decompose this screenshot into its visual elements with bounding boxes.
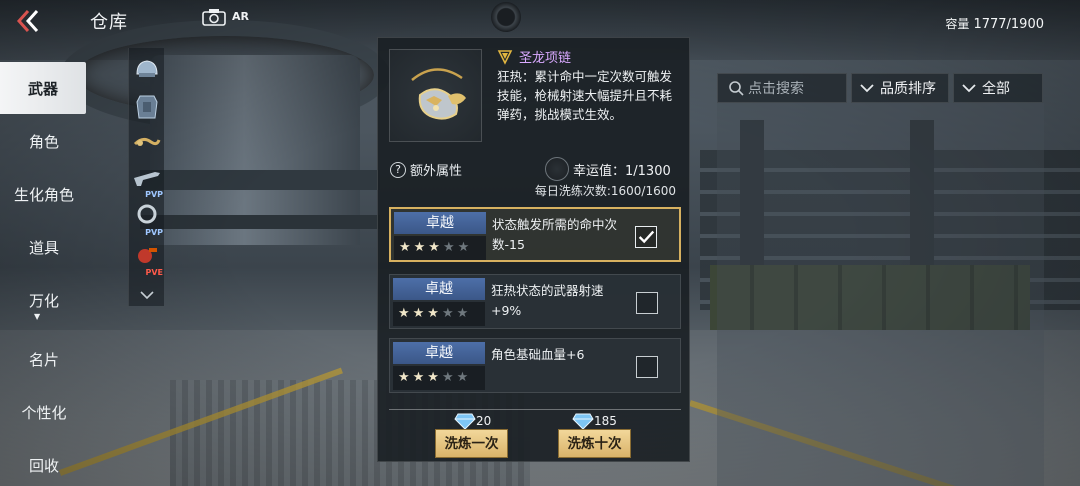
camera-lens-icon xyxy=(491,2,521,32)
page-title: 仓库 xyxy=(90,12,128,33)
refine-ten-cost-value: 185 xyxy=(594,414,617,428)
item-thumbnail-list: PVP PVP PVE xyxy=(128,48,164,306)
chevron-down-icon xyxy=(860,84,874,93)
item-name-row: 圣龙项链 xyxy=(497,47,571,66)
warehouse-toolbar: 点击搜索 品质排序 全部 xyxy=(717,73,1044,103)
filter-label: 全部 xyxy=(982,81,1010,97)
back-arrow-icon[interactable] xyxy=(14,8,42,34)
extra-attributes-help[interactable]: ? 额外属性 xyxy=(390,160,462,179)
diamond-icon xyxy=(454,413,476,430)
star-rating: ★★★★★ xyxy=(394,236,486,260)
thumb-dragon-necklace[interactable] xyxy=(131,126,163,160)
lock-checkbox[interactable] xyxy=(635,226,657,248)
item-refine-panel: 圣龙项链 狂热：累计命中一定次数可触发技能，枪械射速大幅提升且不耗弹药，挑战模式… xyxy=(377,37,690,462)
item-description: 狂热：累计命中一定次数可触发技能，枪械射速大幅提升且不耗弹药，挑战模式生效。 xyxy=(497,69,673,122)
item-image xyxy=(389,49,482,142)
nav-label: 回收 xyxy=(28,456,59,475)
nav-label: 生化角色 xyxy=(13,185,74,204)
capacity-value: 1777/1900 xyxy=(973,17,1044,32)
search-icon xyxy=(729,81,744,96)
nav-item-wanhua[interactable]: 万化 ▼ xyxy=(0,274,88,326)
refine-once-cost: 20 xyxy=(454,412,491,430)
ar-label[interactable]: AR xyxy=(232,10,249,23)
refine-ten-cost: 185 xyxy=(572,412,617,430)
filter-dropdown[interactable]: 全部 xyxy=(953,73,1043,103)
nav-item-items[interactable]: 道具 xyxy=(0,221,88,273)
thumb-ring[interactable]: PVP xyxy=(131,202,163,237)
nav-item-cards[interactable]: 名片 xyxy=(0,333,88,385)
dragon-necklace-icon xyxy=(411,68,466,120)
refine-ten-button[interactable]: 洗炼十次 xyxy=(558,429,631,458)
attribute-text: 角色基础血量+6 xyxy=(491,347,585,362)
daily-refine-count: 每日洗练次数:1600/1600 xyxy=(534,184,676,198)
search-input[interactable]: 点击搜索 xyxy=(717,73,847,103)
pvp-tag: PVP xyxy=(145,190,163,199)
nav-item-bio-characters[interactable]: 生化角色 xyxy=(0,168,88,220)
star-rating: ★★★★★ xyxy=(393,366,485,390)
capacity-label: 容量 xyxy=(945,17,970,31)
sort-label: 品质排序 xyxy=(880,81,936,97)
extra-attributes-label: 额外属性 xyxy=(410,164,463,179)
nav-label: 名片 xyxy=(28,350,59,369)
category-sidebar: 武器 角色 生化角色 道具 万化 ▼ 名片 个性化 回收 xyxy=(0,62,88,486)
refine-once-cost-value: 20 xyxy=(476,414,492,428)
quality-badge-icon xyxy=(497,49,513,65)
divider xyxy=(389,409,681,410)
grade-label: 卓越 xyxy=(393,342,485,364)
attribute-text: 状态触发所需的命中次数-15 xyxy=(492,217,618,252)
luck-coin-icon xyxy=(545,157,569,181)
nav-item-personalize[interactable]: 个性化 xyxy=(0,386,88,438)
warehouse-grid xyxy=(717,103,1044,486)
search-placeholder: 点击搜索 xyxy=(748,81,804,97)
luck-value: 幸运值：1/1300 xyxy=(573,163,671,179)
item-name: 圣龙项链 xyxy=(519,51,572,66)
attribute-row[interactable]: 卓越 ★★★★★ 状态触发所需的命中次数-15 xyxy=(389,207,681,262)
rifle-icon xyxy=(134,172,160,186)
camera-icon[interactable] xyxy=(202,8,226,26)
thumb-helmet[interactable] xyxy=(131,54,163,88)
grade-label: 卓越 xyxy=(394,212,486,234)
attribute-text: 狂热状态的武器射速+9% xyxy=(491,283,604,318)
attribute-row[interactable]: 卓越 ★★★★★ 狂热状态的武器射速+9% xyxy=(389,274,681,329)
helmet-icon xyxy=(136,60,158,77)
caret-down-icon: ▼ xyxy=(34,312,41,321)
thumb-rifle[interactable]: PVP xyxy=(131,164,163,199)
nav-label: 道具 xyxy=(28,238,59,257)
nav-label: 万化 xyxy=(28,291,59,310)
lock-checkbox[interactable] xyxy=(636,356,658,378)
question-icon: ? xyxy=(390,161,406,178)
chevron-down-icon[interactable] xyxy=(139,288,155,302)
nav-item-weapons[interactable]: 武器 xyxy=(0,62,86,114)
armor-icon xyxy=(136,95,158,119)
lock-checkbox[interactable] xyxy=(636,292,658,314)
thumb-armor[interactable] xyxy=(131,90,163,124)
ring-icon xyxy=(137,204,157,224)
dragon-necklace-icon xyxy=(133,137,161,146)
refine-once-button[interactable]: 洗炼一次 xyxy=(435,429,508,458)
thumb-grenade[interactable]: PVE xyxy=(131,242,163,277)
capacity-indicator: 容量 1777/1900 xyxy=(945,15,1044,32)
luck-indicator: 幸运值：1/1300 xyxy=(545,157,671,181)
grenade-icon xyxy=(138,248,157,263)
quality-sort-dropdown[interactable]: 品质排序 xyxy=(851,73,949,103)
diamond-icon xyxy=(572,413,594,430)
pvp-tag: PVP xyxy=(145,228,163,237)
attribute-row[interactable]: 卓越 ★★★★★ 角色基础血量+6 xyxy=(389,338,681,393)
nav-label: 个性化 xyxy=(21,403,67,422)
nav-item-recycle[interactable]: 回收 xyxy=(0,439,88,486)
nav-item-characters[interactable]: 角色 xyxy=(0,115,88,167)
pve-tag: PVE xyxy=(145,268,163,277)
grade-label: 卓越 xyxy=(393,278,485,300)
nav-label: 武器 xyxy=(27,79,58,98)
star-rating: ★★★★★ xyxy=(393,302,485,326)
chevron-down-icon xyxy=(962,84,976,93)
nav-label: 角色 xyxy=(28,132,59,151)
